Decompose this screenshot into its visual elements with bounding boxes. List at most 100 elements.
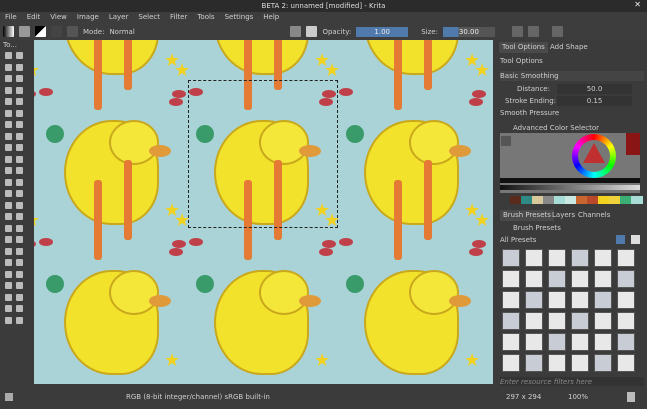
opacity-slider[interactable]: 1.00 — [356, 26, 409, 37]
brush-preset-tile[interactable] — [617, 249, 635, 267]
tool-icon[interactable] — [16, 282, 23, 289]
brush-preset-tile[interactable] — [525, 312, 543, 330]
brush-preset-tile[interactable] — [548, 354, 566, 372]
tool-icon[interactable] — [16, 167, 23, 174]
brush-preset-tile[interactable] — [502, 333, 520, 351]
tool-icon[interactable] — [5, 293, 12, 301]
brush-preset-tile[interactable] — [571, 333, 589, 351]
tool-icon[interactable] — [5, 213, 12, 220]
brush-preset-tile[interactable] — [525, 291, 543, 309]
tool-icon[interactable] — [5, 270, 12, 278]
brush-preset-tile[interactable] — [594, 312, 612, 330]
fullscreen-icon[interactable] — [627, 392, 635, 402]
brush-preset-tile[interactable] — [571, 270, 589, 288]
tool-icon[interactable] — [5, 178, 12, 186]
menu-edit[interactable]: Edit — [27, 12, 41, 23]
tool-icon[interactable] — [5, 305, 12, 312]
tool-icon[interactable] — [16, 293, 23, 301]
brush-preset-tile[interactable] — [502, 291, 520, 309]
advanced-color-selector[interactable] — [500, 133, 640, 193]
tab-brush-presets[interactable]: Brush Presets — [500, 210, 554, 221]
brush-preset-tile[interactable] — [617, 354, 635, 372]
menu-filter[interactable]: Filter — [170, 12, 187, 23]
brush-preset-tile[interactable] — [571, 354, 589, 372]
workspace-icon[interactable] — [551, 26, 563, 37]
brush-preset-tile[interactable] — [571, 291, 589, 309]
selection-mode-icon[interactable] — [5, 393, 13, 401]
tool-icon[interactable] — [5, 167, 12, 174]
close-icon[interactable]: ✕ — [634, 0, 641, 9]
brush-preset-tile[interactable] — [594, 270, 612, 288]
tool-icon[interactable] — [16, 247, 23, 255]
gradient-icon[interactable] — [3, 26, 14, 37]
brush-preset-tile[interactable] — [502, 354, 520, 372]
tool-icon[interactable] — [5, 75, 12, 82]
tool-icon[interactable] — [5, 132, 12, 140]
brush-preset-tile[interactable] — [571, 249, 589, 267]
color-swatch[interactable] — [631, 196, 643, 204]
tool-icon[interactable] — [16, 201, 23, 209]
menu-tools[interactable]: Tools — [197, 12, 214, 23]
preset-filter-select[interactable]: All Presets — [500, 235, 610, 245]
brush-preset-tile[interactable] — [548, 270, 566, 288]
tool-icon[interactable] — [16, 109, 23, 117]
color-picker-icon[interactable] — [501, 136, 511, 146]
brush-preset-tile[interactable] — [548, 291, 566, 309]
add-tag-icon[interactable] — [616, 235, 625, 244]
brush-preset-tile[interactable] — [571, 312, 589, 330]
tool-icon[interactable] — [16, 132, 23, 140]
pattern-icon[interactable] — [19, 26, 30, 37]
mode-select[interactable]: Normal — [109, 28, 229, 36]
tool-icon[interactable] — [5, 259, 12, 266]
zoom-select[interactable]: 100% — [568, 386, 588, 409]
tool-icon[interactable] — [16, 178, 23, 186]
tool-icon[interactable] — [16, 155, 23, 163]
brush-preset-tile[interactable] — [594, 291, 612, 309]
tool-icon[interactable] — [16, 121, 23, 128]
brush-preset-tile[interactable] — [617, 333, 635, 351]
brush-preset-tile[interactable] — [502, 270, 520, 288]
tool-icon[interactable] — [16, 236, 23, 243]
smooth-pressure-checkbox[interactable]: Smooth Pressure — [500, 108, 644, 118]
erase-icon[interactable] — [274, 26, 286, 37]
menu-settings[interactable]: Settings — [225, 12, 254, 23]
tool-icon[interactable] — [16, 98, 23, 105]
tool-icon[interactable] — [16, 190, 23, 197]
alpha-lock-icon[interactable] — [290, 26, 302, 37]
tool-icon[interactable] — [16, 316, 23, 324]
brush-preset-tile[interactable] — [617, 291, 635, 309]
tab-layers[interactable]: Layers — [549, 210, 578, 221]
brush-preset-tile[interactable] — [525, 354, 543, 372]
menu-help[interactable]: Help — [263, 12, 279, 23]
tool-icon[interactable] — [16, 259, 23, 266]
brush-preset-tile[interactable] — [502, 312, 520, 330]
tool-icon[interactable] — [5, 316, 12, 324]
tool-icon[interactable] — [5, 236, 12, 243]
menu-layer[interactable]: Layer — [109, 12, 129, 23]
tool-icon[interactable] — [5, 144, 12, 151]
color-swatch-icon[interactable] — [35, 26, 46, 37]
stroke-ending-slider[interactable]: 0.15 — [557, 96, 632, 106]
tab-add-shape[interactable]: Add Shape — [547, 42, 591, 53]
menu-view[interactable]: View — [50, 12, 67, 23]
smoothing-select[interactable]: Basic Smoothing — [500, 71, 644, 81]
transparency-icon[interactable] — [306, 26, 318, 37]
tool-icon[interactable] — [5, 109, 12, 117]
tool-icon[interactable] — [16, 224, 23, 232]
menu-select[interactable]: Select — [138, 12, 160, 23]
grid-icon[interactable] — [67, 26, 78, 37]
tool-icon[interactable] — [5, 224, 12, 232]
brush-preset-tile[interactable] — [617, 270, 635, 288]
tool-icon[interactable] — [16, 63, 23, 71]
tool-icon[interactable] — [5, 282, 12, 289]
tool-icon[interactable] — [16, 144, 23, 151]
brush-preset-tile[interactable] — [594, 354, 612, 372]
brush-preset-tile[interactable] — [502, 249, 520, 267]
brush-preset-tile[interactable] — [548, 249, 566, 267]
menu-image[interactable]: Image — [77, 12, 99, 23]
tool-icon[interactable] — [5, 86, 12, 94]
tool-icon[interactable] — [16, 75, 23, 82]
tool-icon[interactable] — [16, 270, 23, 278]
brush-preset-tile[interactable] — [525, 333, 543, 351]
size-slider[interactable]: 30.00 — [442, 26, 495, 37]
